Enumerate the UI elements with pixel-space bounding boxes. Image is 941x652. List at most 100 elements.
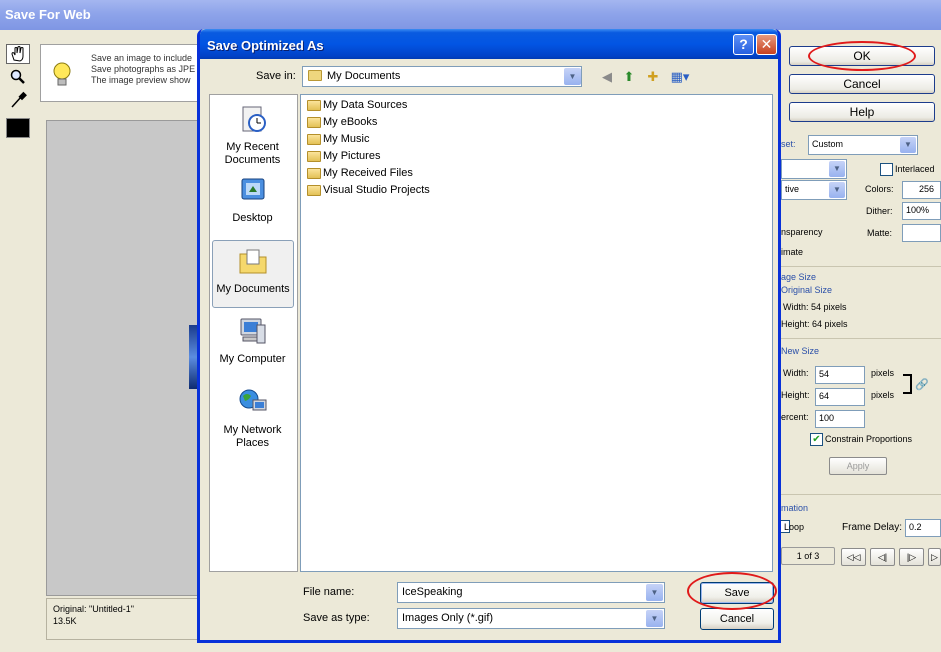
- tool-strip: [4, 44, 32, 112]
- matte-select[interactable]: [902, 224, 941, 242]
- recent-documents-icon: [242, 106, 266, 132]
- preset-select[interactable]: Custom ▼: [808, 135, 918, 155]
- help-button[interactable]: Help: [789, 102, 935, 122]
- save-in-label-text: Save in:: [256, 70, 296, 82]
- back-icon[interactable]: ◀: [598, 69, 616, 85]
- divider: [781, 266, 941, 267]
- matte-label: Matte:: [867, 228, 893, 238]
- format-select[interactable]: ▼: [781, 159, 847, 179]
- ok-button[interactable]: OK: [789, 46, 935, 66]
- height-input[interactable]: 64: [815, 388, 865, 406]
- frame-delay-value: 0.2: [909, 522, 922, 532]
- save-in-combo[interactable]: My Documents: [302, 66, 582, 87]
- zoom-tool-icon[interactable]: [6, 67, 30, 87]
- chevron-down-icon: ▼: [829, 161, 845, 177]
- list-item[interactable]: My Pictures: [305, 148, 380, 164]
- my-documents-icon: [239, 249, 267, 274]
- list-item[interactable]: Visual Studio Projects: [305, 182, 430, 198]
- tip-line: Save an image to include: [91, 53, 193, 63]
- help-caption-button[interactable]: ?: [733, 34, 754, 55]
- save-in-label: Save in:: [256, 70, 296, 82]
- folder-icon: [308, 70, 322, 81]
- matte-color-swatch[interactable]: [6, 118, 30, 138]
- close-caption-button[interactable]: ✕: [756, 34, 777, 55]
- list-item[interactable]: My eBooks: [305, 114, 377, 130]
- constrain-proportions-checkbox[interactable]: ✔: [810, 433, 823, 446]
- chevron-down-icon[interactable]: ▼: [564, 68, 581, 85]
- file-name-text: My eBooks: [323, 116, 378, 128]
- interlaced-checkbox[interactable]: [880, 163, 893, 176]
- dialog-cancel-button[interactable]: Cancel: [700, 608, 774, 630]
- frame-counter: 1 of 3: [781, 547, 835, 565]
- height-value: 64: [819, 391, 830, 401]
- original-file-size: 13.5K: [53, 616, 77, 626]
- place-my-network-places[interactable]: My Network Places: [210, 382, 295, 450]
- save-as-type-value: Images Only (*.gif): [402, 612, 494, 624]
- frame-delay-input[interactable]: 0.2: [905, 519, 941, 537]
- reduction-value: tive: [785, 184, 800, 194]
- dither-input[interactable]: 100%: [902, 202, 941, 220]
- eyedropper-tool-icon[interactable]: [6, 90, 30, 110]
- file-name-text: My Music: [323, 133, 370, 145]
- place-my-recent-documents[interactable]: My Recent Documents: [210, 99, 295, 167]
- hand-tool-icon[interactable]: [6, 44, 30, 64]
- file-name-text: My Received Files: [323, 167, 413, 179]
- file-name-text: My Pictures: [323, 150, 381, 162]
- up-one-level-icon[interactable]: ⬆: [620, 69, 638, 85]
- place-label: My Network Places: [223, 424, 282, 449]
- list-item[interactable]: My Received Files: [305, 165, 413, 181]
- reduction-select[interactable]: tive ▼: [781, 180, 847, 200]
- place-desktop[interactable]: Desktop: [210, 170, 295, 225]
- new-folder-icon[interactable]: ✚: [644, 69, 662, 85]
- original-height: Height: 64 pixels: [781, 319, 848, 329]
- width-input[interactable]: 54: [815, 366, 865, 384]
- previous-frame-button[interactable]: ◁|: [870, 548, 895, 566]
- save-in-value: My Documents: [327, 70, 401, 82]
- colors-label: Colors:: [865, 184, 894, 194]
- view-menu-icon[interactable]: ▦▾: [668, 69, 692, 85]
- save-optimized-as-dialog: Save Optimized As ? ✕ Save in: My Docume…: [197, 29, 781, 643]
- place-label: Desktop: [232, 212, 273, 224]
- image-info-panel: Original: "Untitled-1" 13.5K: [46, 598, 202, 640]
- save-button[interactable]: Save: [700, 582, 774, 604]
- original-file-label: Original: "Untitled-1": [53, 604, 134, 614]
- chevron-down-icon[interactable]: ▼: [646, 584, 663, 601]
- background-window-title: Save For Web: [5, 7, 91, 22]
- height-label: Height:: [781, 390, 810, 400]
- divider: [781, 338, 941, 339]
- percent-label: ercent:: [781, 412, 809, 422]
- width-pixels-label: pixels: [871, 368, 895, 378]
- place-my-computer[interactable]: My Computer: [210, 311, 295, 366]
- image-size-section-label: age Size: [781, 272, 817, 282]
- preset-value: Custom: [812, 139, 844, 149]
- place-label: My Recent Documents: [224, 141, 281, 166]
- colors-input[interactable]: 256: [902, 181, 941, 199]
- dither-label: Dither:: [866, 206, 893, 216]
- apply-button[interactable]: Apply: [829, 457, 887, 475]
- list-item[interactable]: My Music: [305, 131, 369, 147]
- folder-icon: [307, 168, 321, 179]
- first-frame-button[interactable]: ◁◁: [841, 548, 866, 566]
- dither-value: 100%: [906, 205, 930, 215]
- percent-input[interactable]: 100: [815, 410, 865, 428]
- lightbulb-icon: [50, 60, 74, 90]
- desktop-icon: [241, 178, 264, 200]
- next-frame-button[interactable]: |▷: [899, 548, 924, 566]
- network-places-icon: [239, 389, 266, 411]
- image-preview-area: [46, 120, 202, 596]
- preset-label: set:: [781, 139, 796, 149]
- chevron-down-icon: ▼: [829, 182, 845, 198]
- last-frame-button[interactable]: ▷: [928, 548, 941, 566]
- chain-link-icon[interactable]: 🔗: [915, 378, 929, 391]
- places-bar: My Recent Documents Desktop My Documents…: [209, 94, 298, 572]
- chevron-down-icon[interactable]: ▼: [646, 610, 663, 627]
- tip-line: The image preview show: [91, 75, 191, 85]
- background-window-title-bar: Save For Web: [0, 0, 941, 30]
- file-name-input[interactable]: IceSpeaking ▼: [397, 582, 665, 603]
- chevron-down-icon: ▼: [900, 137, 916, 153]
- dialog-title-bar[interactable]: Save Optimized As ? ✕: [200, 29, 778, 59]
- list-item[interactable]: My Data Sources: [305, 97, 407, 113]
- place-my-documents[interactable]: My Documents: [212, 240, 294, 308]
- save-as-type-select[interactable]: Images Only (*.gif) ▼: [397, 608, 665, 629]
- cancel-button[interactable]: Cancel: [789, 74, 935, 94]
